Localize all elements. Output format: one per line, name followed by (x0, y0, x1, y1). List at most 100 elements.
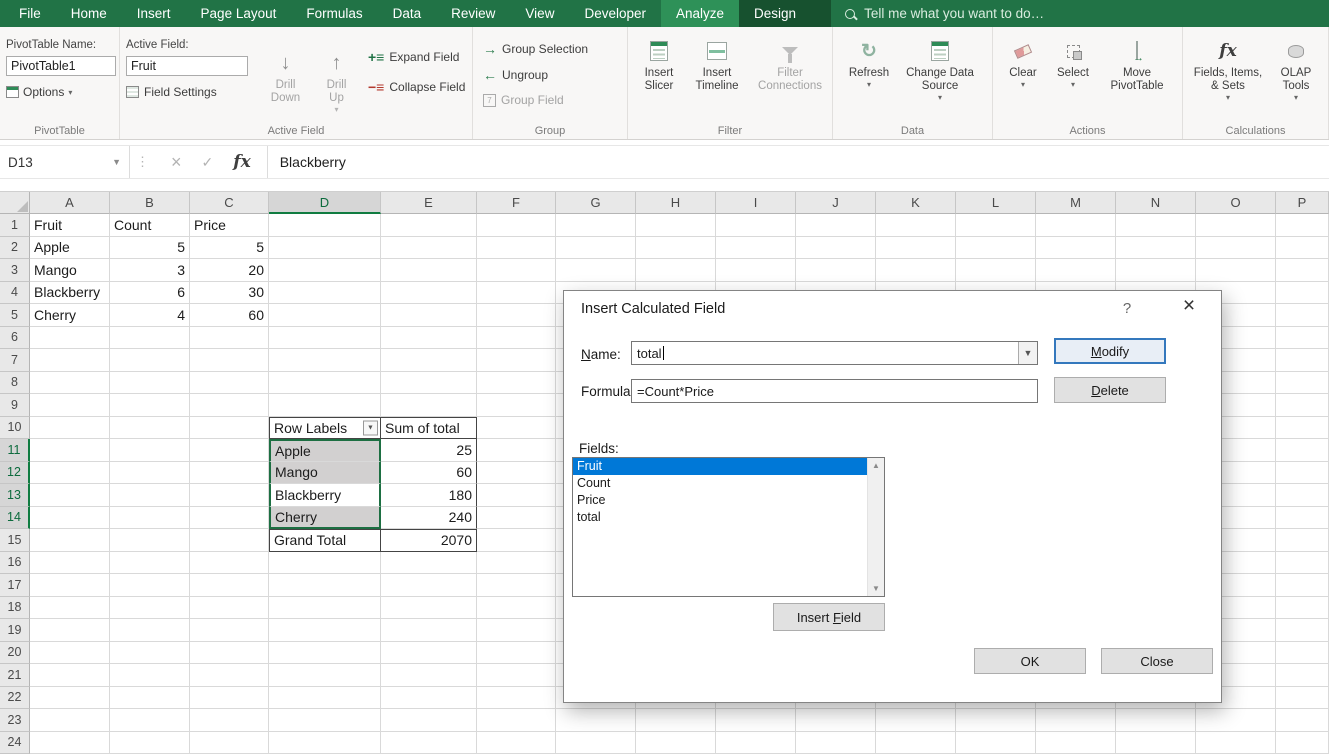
cell-E10[interactable]: Sum of total (381, 417, 477, 440)
cell-E20[interactable] (381, 642, 477, 665)
row-header-1[interactable]: 1 (0, 214, 30, 237)
cell-K2[interactable] (876, 237, 956, 260)
cell-E17[interactable] (381, 574, 477, 597)
cell-O3[interactable] (1196, 259, 1276, 282)
help-icon[interactable]: ? (1117, 300, 1137, 317)
active-field-input[interactable]: Fruit (126, 56, 248, 76)
cell-O2[interactable] (1196, 237, 1276, 260)
row-header-20[interactable]: 20 (0, 642, 30, 665)
cell-C13[interactable] (190, 484, 269, 507)
cell-B3[interactable]: 3 (110, 259, 190, 282)
refresh-button[interactable]: ↻ Refresh ▾ (841, 27, 897, 121)
move-pivottable-button[interactable]: → Move PivotTable (1099, 27, 1175, 121)
delete-button[interactable]: Delete (1054, 377, 1166, 403)
cell-P10[interactable] (1276, 417, 1329, 440)
cell-C16[interactable] (190, 552, 269, 575)
cell-H1[interactable] (636, 214, 716, 237)
row-header-21[interactable]: 21 (0, 664, 30, 687)
cell-F13[interactable] (477, 484, 556, 507)
column-header-H[interactable]: H (636, 192, 716, 214)
row-header-16[interactable]: 16 (0, 552, 30, 575)
pivottable-name-input[interactable]: PivotTable1 (6, 56, 116, 76)
cell-C14[interactable] (190, 507, 269, 530)
cell-L3[interactable] (956, 259, 1036, 282)
cell-E22[interactable] (381, 687, 477, 710)
column-header-P[interactable]: P (1276, 192, 1329, 214)
cell-A20[interactable] (30, 642, 110, 665)
cell-F19[interactable] (477, 619, 556, 642)
cell-F24[interactable] (477, 732, 556, 754)
cell-E24[interactable] (381, 732, 477, 754)
cell-A11[interactable] (30, 439, 110, 462)
cell-B7[interactable] (110, 349, 190, 372)
cell-P1[interactable] (1276, 214, 1329, 237)
cell-H3[interactable] (636, 259, 716, 282)
cell-A6[interactable] (30, 327, 110, 350)
cell-P15[interactable] (1276, 529, 1329, 552)
row-header-11[interactable]: 11 (0, 439, 30, 462)
cell-A14[interactable] (30, 507, 110, 530)
cell-C12[interactable] (190, 462, 269, 485)
cell-P17[interactable] (1276, 574, 1329, 597)
cell-D24[interactable] (269, 732, 381, 754)
row-header-23[interactable]: 23 (0, 709, 30, 732)
column-header-N[interactable]: N (1116, 192, 1196, 214)
cell-D12[interactable]: Mango (269, 462, 381, 485)
cell-E14[interactable]: 240 (381, 507, 477, 530)
column-header-L[interactable]: L (956, 192, 1036, 214)
tab-formulas[interactable]: Formulas (291, 0, 377, 27)
row-header-24[interactable]: 24 (0, 732, 30, 754)
cell-F1[interactable] (477, 214, 556, 237)
cell-J24[interactable] (796, 732, 876, 754)
cell-F6[interactable] (477, 327, 556, 350)
insert-slicer-button[interactable]: Insert Slicer (632, 27, 686, 121)
name-combobox[interactable]: total ▼ (631, 341, 1038, 365)
cell-A21[interactable] (30, 664, 110, 687)
group-field-button[interactable]: 7 Group Field (483, 93, 623, 107)
select-all-corner[interactable] (0, 192, 30, 214)
cell-B17[interactable] (110, 574, 190, 597)
cell-P21[interactable] (1276, 664, 1329, 687)
cell-D3[interactable] (269, 259, 381, 282)
row-header-19[interactable]: 19 (0, 619, 30, 642)
drill-up-button[interactable]: ↑ Drill Up ▾ (313, 39, 360, 121)
modify-button[interactable]: Modify (1054, 338, 1166, 364)
cell-D17[interactable] (269, 574, 381, 597)
cell-D9[interactable] (269, 394, 381, 417)
cell-I2[interactable] (716, 237, 796, 260)
cell-D1[interactable] (269, 214, 381, 237)
tell-me-search[interactable]: Tell me what you want to do… (845, 0, 1044, 27)
column-header-E[interactable]: E (381, 192, 477, 214)
listbox-scrollbar[interactable]: ▲ ▼ (867, 458, 884, 596)
cell-M3[interactable] (1036, 259, 1116, 282)
olap-tools-button[interactable]: OLAP Tools ▾ (1269, 27, 1323, 121)
cell-C2[interactable]: 5 (190, 237, 269, 260)
column-header-C[interactable]: C (190, 192, 269, 214)
cell-A2[interactable]: Apple (30, 237, 110, 260)
cell-C1[interactable]: Price (190, 214, 269, 237)
cell-A24[interactable] (30, 732, 110, 754)
column-header-K[interactable]: K (876, 192, 956, 214)
cell-C3[interactable]: 20 (190, 259, 269, 282)
cell-B22[interactable] (110, 687, 190, 710)
tab-developer[interactable]: Developer (569, 0, 661, 27)
tab-page-layout[interactable]: Page Layout (186, 0, 292, 27)
cell-E18[interactable] (381, 597, 477, 620)
cell-B15[interactable] (110, 529, 190, 552)
cell-E16[interactable] (381, 552, 477, 575)
cell-F22[interactable] (477, 687, 556, 710)
cell-E5[interactable] (381, 304, 477, 327)
cell-E8[interactable] (381, 372, 477, 395)
cell-A10[interactable] (30, 417, 110, 440)
field-item-count[interactable]: Count (573, 475, 867, 492)
row-header-9[interactable]: 9 (0, 394, 30, 417)
cell-M1[interactable] (1036, 214, 1116, 237)
fields-items-sets-button[interactable]: fx Fields, Items, & Sets ▾ (1187, 27, 1269, 121)
cell-D18[interactable] (269, 597, 381, 620)
cell-O24[interactable] (1196, 732, 1276, 754)
close-button[interactable]: Close (1101, 648, 1213, 674)
cell-B13[interactable] (110, 484, 190, 507)
cell-K24[interactable] (876, 732, 956, 754)
cell-J3[interactable] (796, 259, 876, 282)
cell-C21[interactable] (190, 664, 269, 687)
